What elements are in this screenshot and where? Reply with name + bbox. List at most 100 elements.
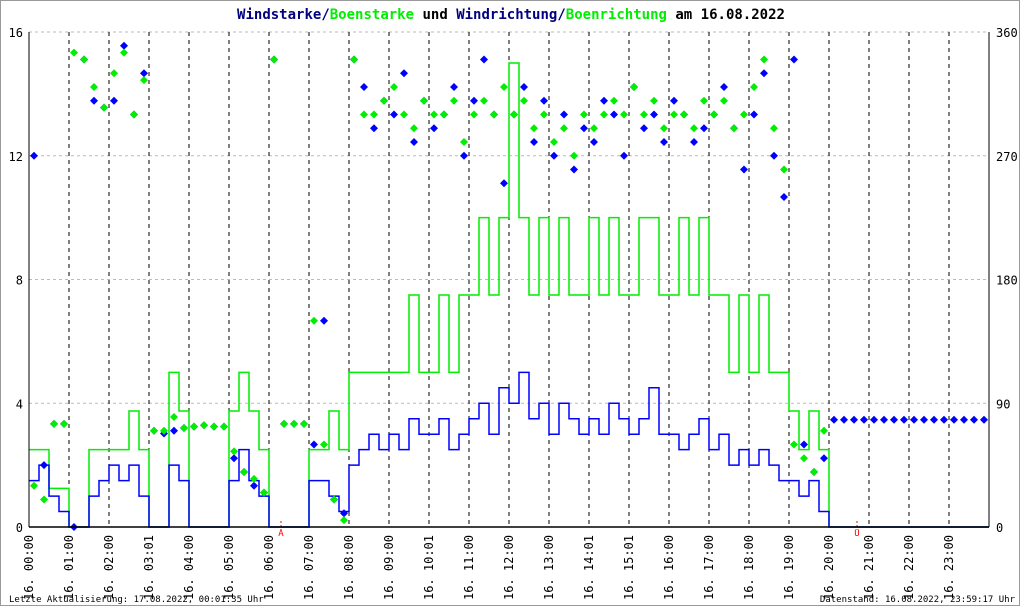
left-tick-label: 0 [16,521,23,535]
point-windrichtung [480,55,488,64]
point-windrichtung [640,124,648,133]
point-windrichtung [340,509,348,518]
point-boenrichtung [630,83,638,91]
left-tick-label: 8 [16,274,23,288]
point-boenrichtung [410,124,418,133]
point-windrichtung [900,415,908,424]
x-tick-label: 16. 19:00 [782,535,796,600]
point-boenrichtung [380,96,388,105]
point-boenrichtung [140,76,148,85]
point-boenrichtung [340,516,348,525]
point-boenrichtung [230,447,238,456]
point-boenrichtung [770,124,778,133]
point-boenrichtung [360,110,368,119]
point-windrichtung [650,110,658,119]
point-windrichtung [310,440,318,449]
x-tick-label: 16. 05:00 [222,535,236,600]
point-boenrichtung [240,468,248,476]
point-boenrichtung [800,454,808,463]
point-boenrichtung [710,110,718,119]
right-tick-label: 0 [996,521,1003,535]
point-windrichtung [620,151,628,160]
point-windrichtung [600,96,608,105]
left-tick-label: 12 [9,150,23,164]
last-update-text: Letzte Aktualisierung: 17.08.2022, 00:01… [9,595,264,605]
point-boenrichtung [790,440,798,449]
point-windrichtung [740,165,748,174]
point-boenrichtung [420,96,428,105]
point-boenrichtung [670,110,678,119]
point-boenrichtung [810,468,818,476]
point-boenrichtung [700,96,708,105]
x-tick-label: 16. 13:00 [542,535,556,600]
point-boenrichtung [720,96,728,105]
left-tick-label: 16 [9,26,23,40]
marker-label: U [854,529,859,539]
point-boenrichtung [580,110,588,119]
point-boenrichtung [520,96,528,105]
title-part-0: Windstarke/ [237,7,330,23]
point-boenrichtung [490,110,498,119]
point-boenrichtung [500,83,508,91]
point-windrichtung [840,415,848,424]
wind-chart: Windstarke/Boenstarke und Windrichtung/B… [9,7,1018,605]
x-tick-label: 16. 16:00 [662,535,676,600]
x-tick-label: 16. 03:01 [142,535,156,600]
point-windrichtung [230,454,238,463]
point-boenrichtung [590,124,598,133]
point-windrichtung [700,124,708,133]
point-windrichtung [120,41,128,50]
point-windrichtung [980,415,988,424]
point-windrichtung [550,151,558,160]
point-boenrichtung [780,165,788,174]
point-windrichtung [760,69,768,78]
point-boenrichtung [430,110,438,119]
point-windrichtung [430,124,438,133]
x-tick-label: 16. 17:00 [702,535,716,600]
point-boenrichtung [600,110,608,119]
point-boenrichtung [250,474,258,483]
point-boenrichtung [390,83,398,91]
point-boenrichtung [40,495,48,504]
point-boenrichtung [290,419,298,428]
point-windrichtung [520,83,528,91]
point-boenrichtung [530,124,538,133]
point-boenrichtung [70,48,78,57]
point-windrichtung [880,415,888,424]
point-windrichtung [670,96,678,105]
point-boenrichtung [320,440,328,449]
point-boenrichtung [270,55,278,64]
point-windrichtung [110,96,118,105]
point-boenrichtung [80,55,88,64]
point-windrichtung [860,415,868,424]
point-boenrichtung [610,96,618,105]
point-boenrichtung [820,426,828,435]
point-windrichtung [390,110,398,119]
point-windrichtung [170,426,178,435]
right-tick-label: 90 [996,397,1010,411]
x-tick-label: 16. 00:00 [22,535,36,600]
point-windrichtung [530,138,538,146]
point-boenrichtung [150,426,158,435]
point-windrichtung [500,179,508,188]
right-tick-label: 180 [996,274,1018,288]
point-boenrichtung [440,110,448,119]
point-windrichtung [90,96,98,105]
point-boenrichtung [300,419,308,428]
point-boenrichtung [130,110,138,119]
x-tick-label: 16. 23:00 [942,535,956,600]
data-state-text: Datenstand: 16.08.2022, 23:59:17 Uhr [820,595,1016,605]
point-windrichtung [890,415,898,424]
point-boenrichtung [550,138,558,146]
point-boenrichtung [180,424,188,432]
title-part-2: und [414,7,456,23]
point-windrichtung [360,83,368,91]
point-boenrichtung [690,124,698,133]
point-windrichtung [320,316,328,325]
point-windrichtung [780,193,788,201]
point-boenrichtung [560,124,568,133]
point-windrichtung [750,110,758,119]
point-windrichtung [930,415,938,424]
point-boenrichtung [730,124,738,133]
title-part-4: Boenrichtung [566,7,667,23]
